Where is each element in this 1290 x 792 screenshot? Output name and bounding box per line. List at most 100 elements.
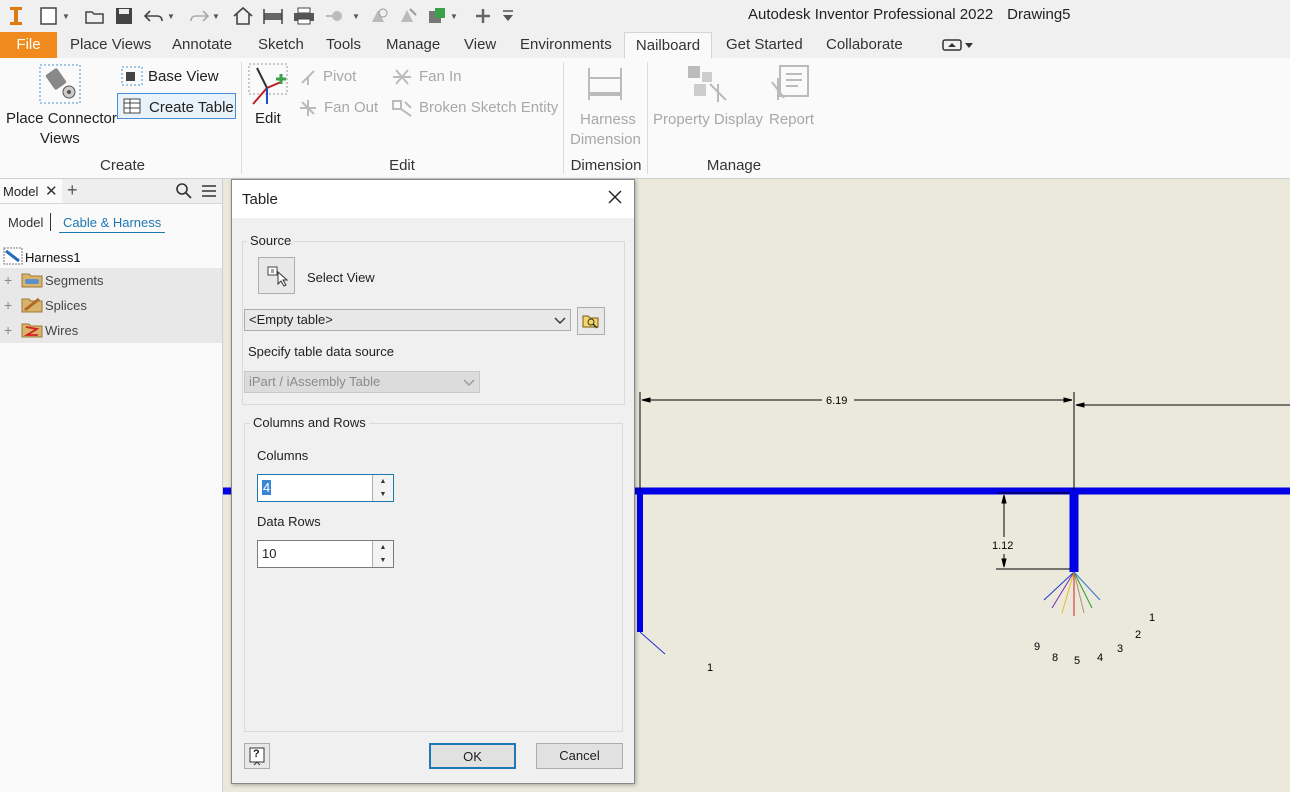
table-dialog: Table Source Select View <Empty table> S… [231,179,635,784]
pivot-icon[interactable] [298,67,318,90]
report-label[interactable]: Report [769,111,814,128]
close-icon[interactable]: ✕ [45,182,58,200]
tree-root-harness1[interactable]: Harness1 [25,250,81,265]
help-button[interactable]: ? [244,743,270,769]
redo-icon[interactable]: ▼ [188,5,220,27]
group-create-label: Create [100,157,146,174]
fan-out-label[interactable]: Fan Out [324,99,378,116]
place-connector-views-label-2[interactable]: Views [40,130,80,147]
subtab-model[interactable]: Model [8,215,43,230]
ilogic-icon[interactable]: ▼ [426,5,458,27]
print-icon[interactable] [292,5,316,27]
ribbon-display-toggle[interactable] [942,38,974,56]
dimension-vertical[interactable] [996,492,1070,570]
subtab-divider [50,213,51,231]
home-icon[interactable] [232,5,254,27]
edit-icon[interactable] [247,62,289,109]
wire-fan[interactable] [1043,571,1101,616]
increment-icon[interactable]: ▲ [373,475,393,489]
harness-icon [3,247,23,268]
harness-dimension-label[interactable]: Harness [580,111,636,128]
harness-dimension-label-2[interactable]: Dimension [570,131,641,148]
add-tab-icon[interactable]: + [67,180,78,201]
edit-label[interactable]: Edit [255,110,281,127]
title-bar: ▼ ▼ ▼ ▼ ▼ Autodesk Inventor Professional… [0,0,1290,32]
inventor-logo[interactable] [8,5,24,27]
expand-icon[interactable]: + [4,272,12,288]
new-icon[interactable]: ▼ [38,5,70,27]
table-select[interactable]: <Empty table> [244,309,571,331]
create-table-label[interactable]: Create Table [149,99,234,116]
select-view-button[interactable] [258,257,295,294]
customize-qat-icon[interactable] [500,5,516,27]
rebuild-icon[interactable] [397,5,419,27]
place-connector-views-icon[interactable] [39,64,83,107]
expand-icon[interactable]: + [4,322,12,338]
fan-in-icon[interactable] [391,67,413,90]
add-icon[interactable] [474,5,492,27]
pin-label: 1 [1149,612,1155,624]
browse-button[interactable] [577,307,605,335]
ok-button[interactable]: OK [429,743,516,769]
pin-label: 3 [1117,643,1123,655]
broken-sketch-entity-label[interactable]: Broken Sketch Entity [419,99,558,116]
tab-collaborate[interactable]: Collaborate [826,36,903,53]
tab-view[interactable]: View [464,36,496,53]
source-type-select[interactable]: iPart / iAssembly Table [244,371,480,393]
appearance-icon[interactable]: ▼ [324,5,360,27]
property-display-label[interactable]: Property Display [653,111,763,128]
data-rows-stepper[interactable]: 10 ▲ ▼ [257,540,394,568]
tree-item-label: Wires [45,323,79,338]
tab-tools[interactable]: Tools [326,36,361,53]
tab-annotate[interactable]: Annotate [172,36,232,53]
decrement-icon[interactable]: ▼ [373,554,393,567]
open-icon[interactable] [84,5,106,27]
harness-dimension-icon[interactable] [585,64,625,107]
expand-icon[interactable]: + [4,297,12,313]
tree-item-wires[interactable]: + Wires [0,318,222,343]
tab-environments[interactable]: Environments [520,36,612,53]
chevron-down-icon [463,372,475,400]
decrement-icon[interactable]: ▼ [373,488,393,501]
cancel-button[interactable]: Cancel [536,743,623,769]
tab-nailboard[interactable]: Nailboard [624,32,712,59]
tab-manage[interactable]: Manage [386,36,440,53]
update-icon[interactable] [368,5,390,27]
tab-sketch[interactable]: Sketch [258,36,304,53]
menu-icon[interactable] [201,184,217,201]
measure-icon[interactable] [262,5,284,27]
create-table-icon[interactable] [123,98,141,117]
search-icon[interactable] [176,183,192,202]
columns-value[interactable]: 4 [262,480,272,495]
columns-stepper[interactable]: 4 ▲ ▼ [257,474,394,502]
window-title: Autodesk Inventor Professional 2022 Drawi… [748,6,1085,23]
report-icon[interactable] [770,64,812,107]
pin-label: 5 [1074,655,1080,667]
close-icon[interactable] [607,189,623,208]
group-edit-label: Edit [389,157,415,174]
browser-tab-label[interactable]: Model [3,184,38,199]
broken-sketch-entity-icon[interactable] [391,98,413,121]
tab-file[interactable]: File [0,32,57,58]
tree-item-splices[interactable]: + Splices [0,293,222,318]
tab-place-views[interactable]: Place Views [70,36,151,53]
subtab-cable-harness[interactable]: Cable & Harness [59,215,166,233]
dimension-horizontal[interactable] [639,392,1290,490]
segments-icon [21,271,43,292]
property-display-icon[interactable] [686,64,730,107]
data-rows-value[interactable]: 10 [262,546,276,561]
tree-item-segments[interactable]: + Segments [0,268,222,293]
place-connector-views-label[interactable]: Place Connector [6,110,117,127]
base-view-icon[interactable] [121,66,143,89]
data-rows-label: Data Rows [257,514,321,529]
fan-in-label[interactable]: Fan In [419,68,462,85]
tab-get-started[interactable]: Get Started [726,36,803,53]
undo-icon[interactable]: ▼ [143,5,175,27]
increment-icon[interactable]: ▲ [373,541,393,555]
pivot-label[interactable]: Pivot [323,68,356,85]
base-view-label[interactable]: Base View [148,68,219,85]
columns-rows-legend: Columns and Rows [250,415,369,430]
source-type-value: iPart / iAssembly Table [249,374,381,389]
fan-out-icon[interactable] [298,98,318,121]
save-icon[interactable] [114,5,134,27]
